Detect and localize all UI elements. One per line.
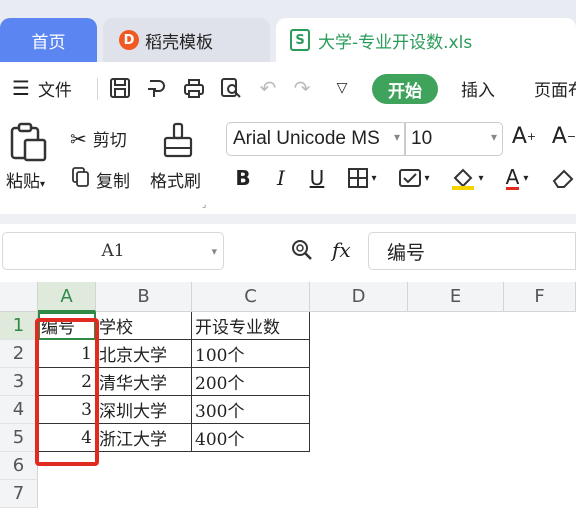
font-name-select[interactable]: Arial Unicode MS ▾ <box>226 122 406 156</box>
row-header-3[interactable]: 3 <box>0 368 38 396</box>
select-all-corner[interactable] <box>0 282 38 312</box>
hamburger-icon: ☰ <box>12 76 30 100</box>
tab-insert-label: 插入 <box>461 80 495 101</box>
cell-b3[interactable]: 清华大学 <box>96 368 192 396</box>
copy-label: 复制 <box>96 172 130 192</box>
cell-b1[interactable]: 学校 <box>96 312 192 340</box>
tab-page-layout-label: 页面布 <box>534 80 576 101</box>
formula-input[interactable]: 编号 <box>368 232 576 270</box>
borders-icon[interactable]: ▾ <box>342 164 382 192</box>
tab-spreadsheet-file[interactable]: S 大学-专业开设数.xls <box>276 18 576 62</box>
font-color-icon[interactable]: A ▾ <box>496 164 538 192</box>
row-header-4[interactable]: 4 <box>0 396 38 424</box>
zoom-search-icon[interactable] <box>290 238 314 262</box>
fill-color-icon[interactable]: ▾ <box>446 164 488 192</box>
paste-icon[interactable] <box>8 122 48 162</box>
cell-b5[interactable]: 浙江大学 <box>96 424 192 452</box>
bold-icon[interactable]: B <box>232 164 254 192</box>
print-icon[interactable] <box>182 76 206 100</box>
tab-start-label: 开始 <box>388 81 422 102</box>
save-icon[interactable] <box>108 76 132 100</box>
paste-label: 粘贴 <box>6 172 40 192</box>
tab-file-label: 大学-专业开设数.xls <box>318 32 473 53</box>
row-header-1[interactable]: 1 <box>0 312 38 340</box>
cut-label: 剪切 <box>92 131 127 151</box>
decrease-font-icon[interactable]: A − <box>552 124 576 149</box>
column-header-e[interactable]: E <box>408 282 504 312</box>
increase-font-icon[interactable]: A + <box>512 124 536 149</box>
cell-c4[interactable]: 300个 <box>192 396 310 424</box>
row-header-6[interactable]: 6 <box>0 452 38 480</box>
name-box[interactable]: A1 ▾ <box>2 232 224 270</box>
formula-bar: A1 ▾ fx 编号 <box>0 224 576 280</box>
format-painter-button[interactable]: 格式刷 <box>150 167 201 192</box>
chevron-down-icon[interactable]: ▽ <box>330 76 354 100</box>
font-size-value: 10 <box>411 128 433 149</box>
file-menu-label: 文件 <box>37 80 72 101</box>
tab-docer-label: 稻壳模板 <box>145 32 213 53</box>
column-header-a[interactable]: A <box>38 282 96 312</box>
column-header-d[interactable]: D <box>310 282 408 312</box>
chevron-down-icon: ▾ <box>393 130 400 144</box>
dialog-launcher-icon[interactable]: ⌟ <box>202 200 206 210</box>
tab-page-layout[interactable]: 页面布 <box>534 72 576 104</box>
copy-icon <box>72 167 90 192</box>
toolbar-divider <box>0 214 576 224</box>
function-icon[interactable]: fx <box>332 238 351 262</box>
font-size-select[interactable]: 10 ▾ <box>404 122 503 156</box>
italic-icon[interactable]: I <box>270 164 292 192</box>
chevron-down-icon: ▾ <box>490 130 497 144</box>
redo-icon[interactable]: ↷ <box>290 76 314 100</box>
cell-b2[interactable]: 北京大学 <box>96 340 192 368</box>
export-icon[interactable] <box>145 76 169 100</box>
format-painter-label: 格式刷 <box>150 172 201 192</box>
eraser-icon[interactable] <box>550 164 576 192</box>
formula-input-value: 编号 <box>387 241 426 264</box>
spreadsheet-grid[interactable]: A B C D E F 1 2 3 4 5 6 7 编号 学校 开设专业数 1 … <box>0 282 576 512</box>
file-menu-button[interactable]: ☰ 文件 <box>12 72 72 104</box>
name-box-value: A1 <box>101 241 125 261</box>
tab-home[interactable]: 首页 <box>0 18 97 62</box>
underline-icon[interactable]: U <box>306 164 328 192</box>
cut-button[interactable]: ✂ 剪切 <box>70 126 127 152</box>
print-preview-icon[interactable] <box>219 76 243 100</box>
highlight-annotation-box <box>35 318 99 466</box>
menu-bar: ☰ 文件 ↶ ↷ ▽ 开始 插入 页面布 <box>0 62 576 114</box>
spreadsheet-icon: S <box>290 29 310 51</box>
separator <box>97 78 98 100</box>
docer-logo-icon: D <box>119 30 139 50</box>
paste-button[interactable]: 粘贴▾ <box>6 167 45 192</box>
chevron-down-icon: ▾ <box>211 244 217 258</box>
ribbon: 粘贴▾ ✂ 剪切 复制 格式刷 ⌟ Arial Unicode MS ▾ 10 … <box>0 114 576 214</box>
tab-home-label: 首页 <box>31 32 66 53</box>
tab-start[interactable]: 开始 <box>372 74 438 104</box>
font-name-value: Arial Unicode MS <box>233 128 380 149</box>
undo-icon[interactable]: ↶ <box>256 76 280 100</box>
cell-c2[interactable]: 100个 <box>192 340 310 368</box>
format-painter-icon[interactable] <box>162 122 194 160</box>
column-header-b[interactable]: B <box>96 282 192 312</box>
tab-bar: 首页 D 稻壳模板 S 大学-专业开设数.xls <box>0 0 576 62</box>
column-header-f[interactable]: F <box>504 282 576 312</box>
cell-c3[interactable]: 200个 <box>192 368 310 396</box>
copy-button[interactable]: 复制 <box>72 167 130 192</box>
cell-c1[interactable]: 开设专业数 <box>192 312 310 340</box>
paste-dropdown-icon: ▾ <box>40 179 46 190</box>
tab-insert[interactable]: 插入 <box>461 72 495 104</box>
row-header-7[interactable]: 7 <box>0 480 38 508</box>
scissors-icon: ✂ <box>70 126 87 151</box>
cell-style-icon[interactable]: ▾ <box>394 164 434 192</box>
cell-c5[interactable]: 400个 <box>192 424 310 452</box>
row-header-5[interactable]: 5 <box>0 424 38 452</box>
column-header-c[interactable]: C <box>192 282 310 312</box>
tab-docer-templates[interactable]: D 稻壳模板 <box>103 18 270 62</box>
cell-b4[interactable]: 深圳大学 <box>96 396 192 424</box>
row-header-2[interactable]: 2 <box>0 340 38 368</box>
